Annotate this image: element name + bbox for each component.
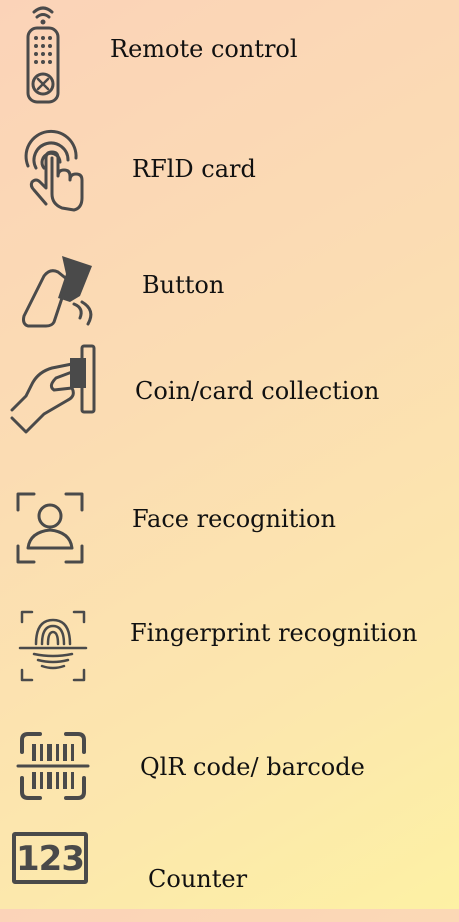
remote-control-icon xyxy=(20,0,66,105)
touch-fingerprint-icon xyxy=(16,118,90,218)
list-item-coin-card-collection: Coin/card collection xyxy=(0,338,459,438)
item-label: Coin/card collection xyxy=(135,377,380,405)
list-item-face-recognition: Face recognition xyxy=(0,480,459,580)
card-tap-icon xyxy=(18,252,102,328)
counter-123-icon: 123 xyxy=(12,832,88,884)
face-scan-icon xyxy=(14,488,86,568)
item-label: Button xyxy=(142,271,225,299)
item-label: Remote control xyxy=(110,35,298,63)
barcode-scan-icon xyxy=(16,728,90,804)
list-item-fingerprint-recognition: Fingerprint recognition xyxy=(0,606,459,706)
hand-insert-card-icon xyxy=(8,338,98,438)
item-label: RFlD card xyxy=(132,155,256,183)
item-label: Counter xyxy=(148,865,248,893)
item-label: Fingerprint recognition xyxy=(130,619,418,647)
counter-digits: 123 xyxy=(16,839,85,879)
list-item-qr-barcode: QlR code/ barcode xyxy=(0,722,459,822)
list-item-remote-control: Remote control xyxy=(0,0,459,104)
list-item-counter: 123 Counter xyxy=(0,822,459,922)
fingerprint-scan-icon xyxy=(18,606,88,686)
item-label: QlR code/ barcode xyxy=(140,753,365,781)
list-item-rfid-card: RFlD card xyxy=(0,118,459,218)
list-item-button: Button xyxy=(0,240,459,340)
item-label: Face recognition xyxy=(132,505,336,533)
